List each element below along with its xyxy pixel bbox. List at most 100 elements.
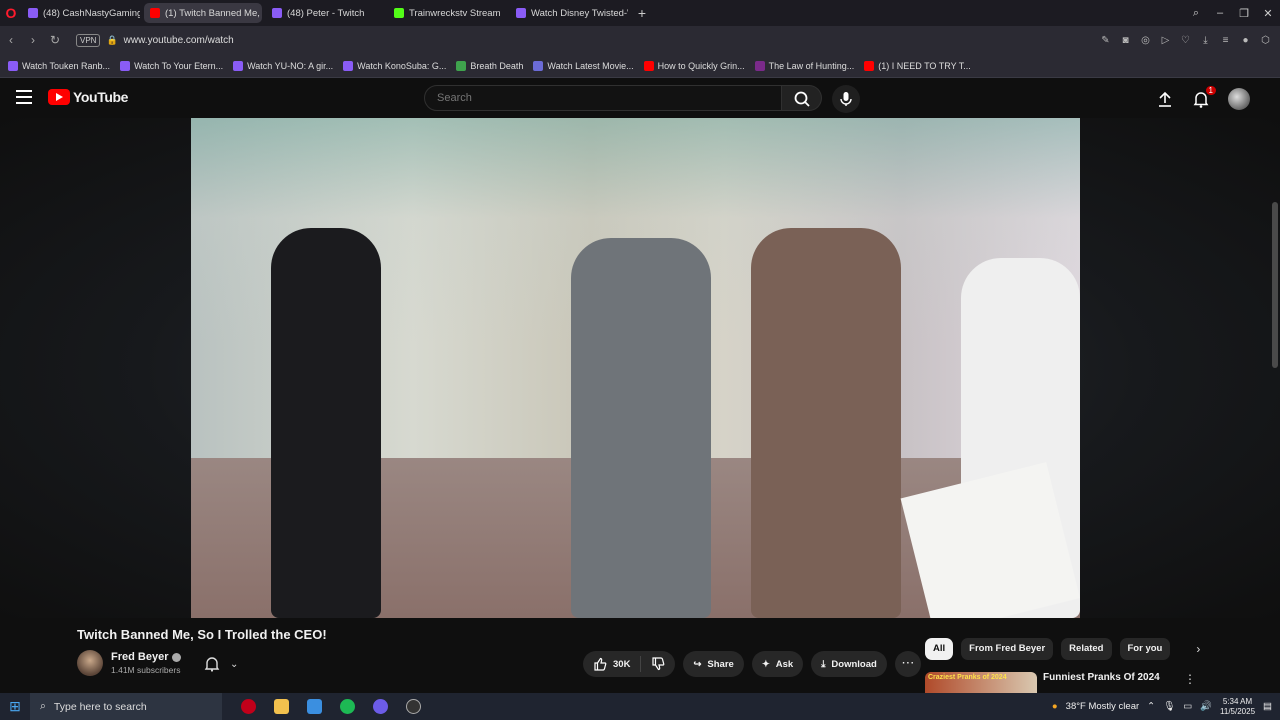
notifications-button[interactable]: 1: [1192, 86, 1216, 108]
bookmark-item[interactable]: Watch To Your Etern...: [120, 60, 223, 71]
like-button[interactable]: 30K: [583, 651, 640, 677]
volume-icon[interactable]: 🔊: [1200, 701, 1212, 712]
recommended-thumbnail[interactable]: Craziest Pranks of 2024: [925, 672, 1037, 694]
logo-text: YouTube: [73, 89, 129, 105]
recommended-title[interactable]: Funniest Pranks Of 2024: [1043, 672, 1160, 694]
youtube-icon: [643, 60, 654, 71]
chip-related[interactable]: Related: [1061, 638, 1112, 660]
youtube-logo[interactable]: YouTube: [48, 89, 128, 105]
notification-badge: 1: [1205, 86, 1216, 95]
more-actions-button[interactable]: ⋯: [894, 651, 921, 677]
minimize-button[interactable]: –: [1208, 7, 1232, 19]
microphone-icon: [840, 92, 852, 106]
search-input[interactable]: [424, 85, 782, 111]
bookmark-item[interactable]: The Law of Hunting...: [754, 60, 854, 71]
share-icon: ↪: [693, 658, 702, 670]
bookmark-item[interactable]: How to Quickly Grin...: [643, 60, 745, 71]
opera-logo-icon[interactable]: O: [0, 0, 22, 26]
dislike-button[interactable]: [641, 651, 675, 677]
search-tabs-icon[interactable]: ⌕: [1184, 7, 1208, 20]
tab-label: Watch Disney Twisted-Wonderland: [531, 7, 628, 19]
url-field[interactable]: www.youtube.com/watch: [124, 35, 234, 46]
close-button[interactable]: ✕: [1256, 7, 1280, 20]
extensions-icon[interactable]: ⬡: [1259, 34, 1272, 47]
bookmark-item[interactable]: Watch Touken Ranb...: [8, 60, 111, 71]
clock-time: 5:34 AM: [1222, 696, 1253, 706]
discord-icon[interactable]: [368, 696, 392, 718]
recommendation-menu-icon[interactable]: ⋮: [1184, 672, 1196, 686]
back-button[interactable]: ‹: [0, 33, 22, 47]
bookmark-label: Watch Touken Ranb...: [22, 60, 111, 71]
chip-for-you[interactable]: For you: [1119, 638, 1171, 660]
subscription-bell-button[interactable]: ⌄: [196, 652, 248, 676]
download-button[interactable]: ⤓ Download: [811, 651, 887, 677]
bookmark-item[interactable]: Breath Death: [456, 60, 523, 71]
bookmarks-bar: Watch Touken Ranb... Watch To Your Etern…: [0, 54, 1280, 78]
search-icon: [794, 91, 810, 107]
obs-icon[interactable]: [401, 696, 425, 718]
bookmark-item[interactable]: Watch YU-NO: A gir...: [233, 60, 333, 71]
microphone-icon[interactable]: 🎙: [1163, 701, 1175, 712]
taskbar-search[interactable]: ⌕ Type here to search: [30, 693, 222, 720]
player-icon[interactable]: ▷: [1159, 34, 1172, 47]
file-explorer-icon[interactable]: [269, 696, 293, 718]
edit-icon[interactable]: ✎: [1099, 34, 1112, 47]
windows-taskbar: ⊞ ⌕ Type here to search ● 38°F Mostly cl…: [0, 693, 1280, 720]
windows-start-icon[interactable]: ⊞: [0, 698, 30, 715]
forward-button[interactable]: ›: [22, 33, 44, 47]
video-player[interactable]: [191, 118, 1080, 618]
bookmark-item[interactable]: Watch KonoSuba: G...: [343, 60, 446, 71]
video-title: Twitch Banned Me, So I Trolled the CEO!: [77, 627, 327, 642]
upload-button[interactable]: [1156, 90, 1174, 108]
youtube-header: YouTube 1: [0, 78, 1280, 118]
header-actions: 1: [1156, 86, 1250, 110]
clock[interactable]: 5:34 AM 11/5/2025: [1220, 697, 1255, 717]
spotify-icon[interactable]: [335, 696, 359, 718]
bookmark-icon: [233, 60, 244, 71]
search-button[interactable]: [782, 85, 822, 111]
weather-text[interactable]: 38°F Mostly clear: [1066, 701, 1140, 712]
shield-icon[interactable]: ◎: [1139, 34, 1152, 47]
maximize-button[interactable]: ❐: [1232, 7, 1256, 20]
store-icon[interactable]: [302, 696, 326, 718]
browser-tab[interactable]: (48) CashNastyGaming: [22, 3, 140, 23]
chip-all[interactable]: All: [925, 638, 954, 660]
notification-center-icon[interactable]: ▤: [1263, 701, 1272, 712]
address-bar-tools: ✎ ◙ ◎ ▷ ♡ ⤓ ≡ ● ⬡: [1099, 26, 1272, 54]
opera-taskbar-icon[interactable]: [236, 696, 260, 718]
browser-tab[interactable]: Trainwreckstv Stream: [388, 3, 506, 23]
profile-icon[interactable]: ●: [1239, 34, 1252, 47]
twitch-icon: [272, 8, 282, 18]
recommended-video[interactable]: Craziest Pranks of 2024 Funniest Pranks …: [925, 672, 1160, 694]
bell-icon: [204, 657, 220, 672]
page-scrollbar[interactable]: [1272, 202, 1278, 368]
address-bar: ‹ › ↻ VPN 🔒 www.youtube.com/watch ✎ ◙ ◎ …: [0, 26, 1280, 54]
bookmark-item[interactable]: Watch Latest Movie...: [533, 60, 634, 71]
tab-label: Trainwreckstv Stream: [409, 7, 501, 19]
vpn-badge[interactable]: VPN: [76, 33, 101, 47]
window-controls: ⌕ – ❐ ✕: [1184, 0, 1280, 26]
chip-from-channel[interactable]: From Fred Beyer: [961, 638, 1054, 660]
bookmark-item[interactable]: (1) I NEED TO TRY T...: [864, 60, 971, 71]
chevron-up-icon[interactable]: ⌃: [1147, 701, 1155, 712]
bookmark-icon: [754, 60, 765, 71]
channel-name[interactable]: Fred Beyer: [111, 651, 182, 663]
new-tab-button[interactable]: +: [632, 5, 652, 21]
menu-icon[interactable]: ≡: [1219, 34, 1232, 47]
menu-icon[interactable]: [16, 90, 32, 104]
taskbar-apps: [236, 696, 425, 718]
voice-search-button[interactable]: [832, 85, 860, 113]
ask-button[interactable]: ✦ Ask: [751, 651, 804, 677]
browser-tab[interactable]: (48) Peter - Twitch: [266, 3, 384, 23]
channel-avatar[interactable]: [77, 650, 103, 676]
share-button[interactable]: ↪ Share: [683, 651, 744, 677]
camera-icon[interactable]: ◙: [1119, 34, 1132, 47]
download-icon[interactable]: ⤓: [1199, 34, 1212, 47]
reload-button[interactable]: ↻: [44, 33, 66, 47]
browser-tab[interactable]: Watch Disney Twisted-Wonderland: [510, 3, 628, 23]
browser-tab-active[interactable]: (1) Twitch Banned Me, So I Trolled the C…: [144, 3, 262, 23]
heart-icon[interactable]: ♡: [1179, 34, 1192, 47]
account-avatar[interactable]: [1228, 88, 1250, 110]
network-icon[interactable]: ▭: [1183, 701, 1192, 712]
chevron-right-icon[interactable]: ›: [1196, 642, 1200, 656]
